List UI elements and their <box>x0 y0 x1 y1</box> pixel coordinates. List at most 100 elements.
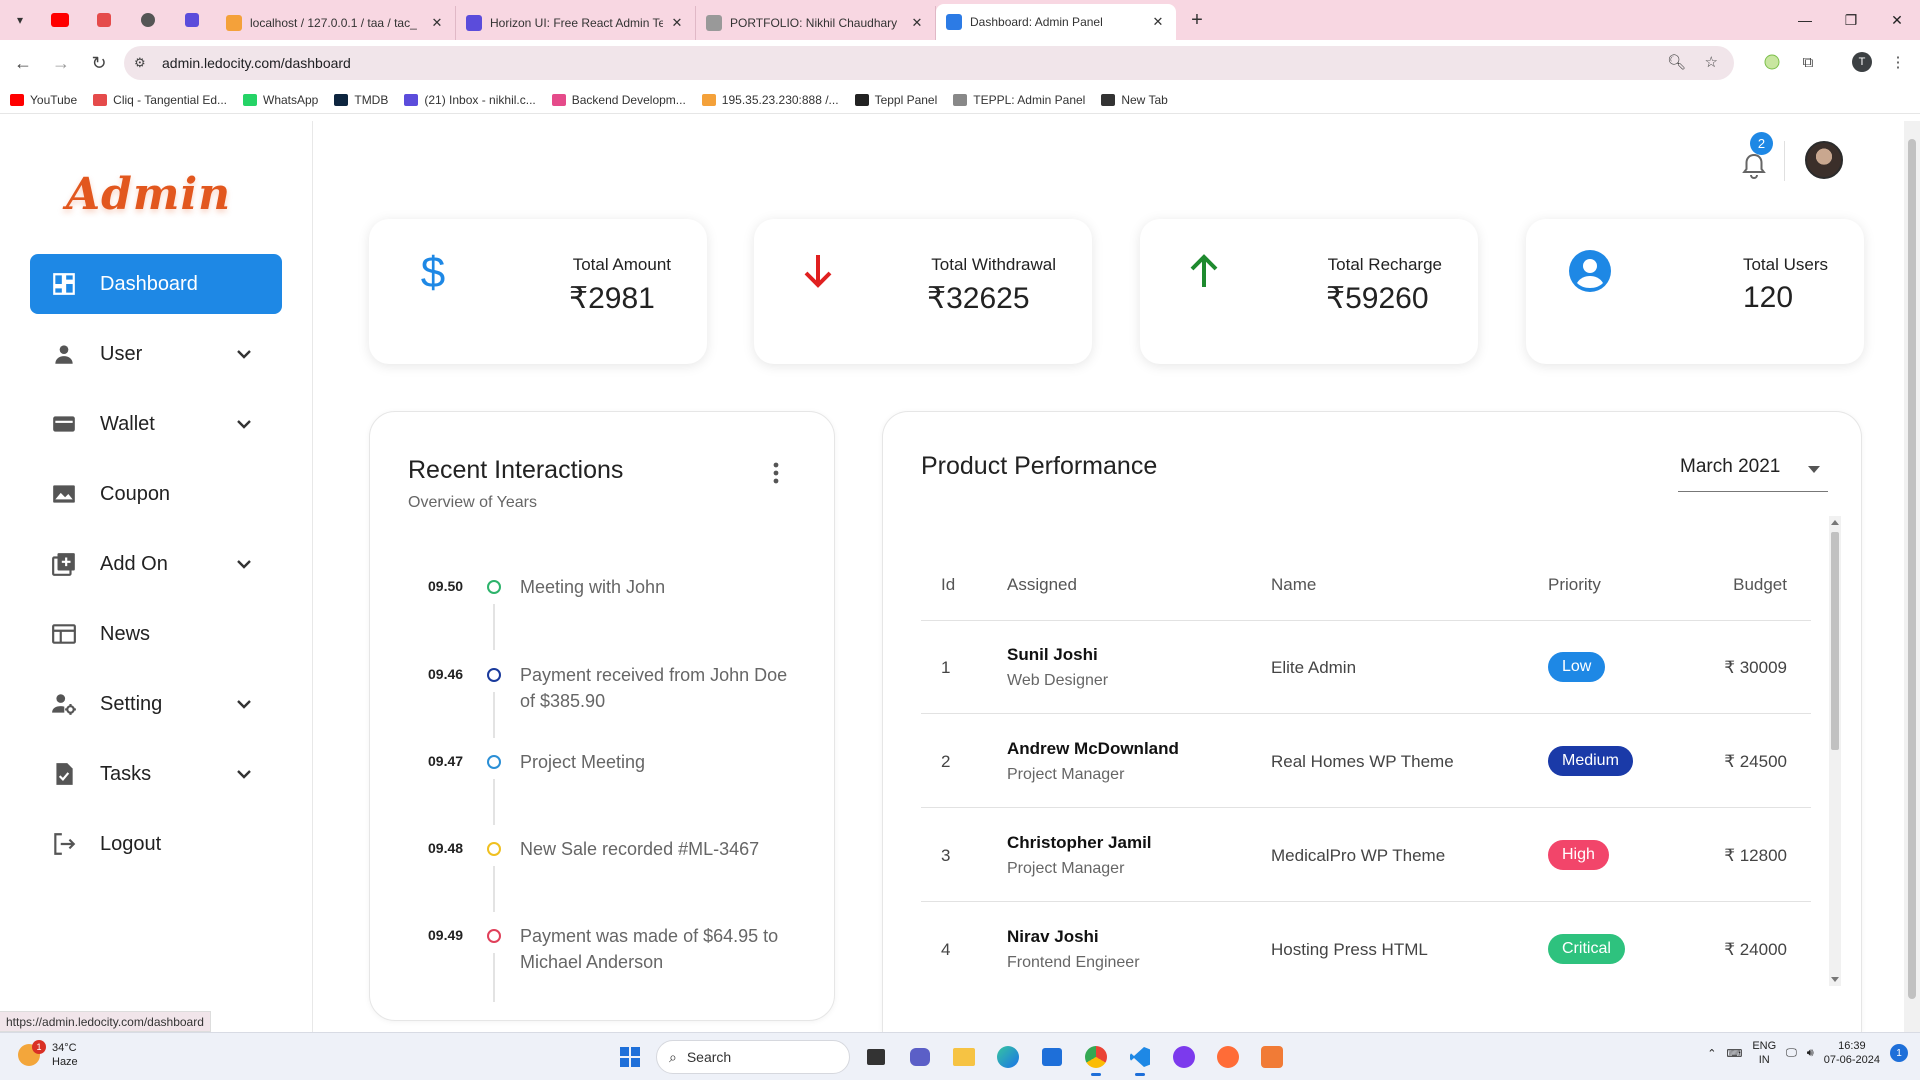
table-scrollbar[interactable] <box>1829 516 1841 986</box>
zoom-icon[interactable]: 🔍︎ <box>1667 53 1686 71</box>
chevron-down-icon[interactable] <box>234 554 254 574</box>
sidebar-item-wallet[interactable]: Wallet <box>30 394 282 454</box>
restore-button[interactable]: ❐ <box>1828 0 1874 40</box>
page-scrollbar[interactable] <box>1904 121 1920 1032</box>
network-icon[interactable]: 🖵 <box>1786 1047 1797 1060</box>
bookmark-item[interactable]: Backend Developm... <box>551 93 686 107</box>
site-info-icon[interactable]: ⚙ <box>134 55 150 71</box>
clock[interactable]: 16:39 07-06-2024 <box>1824 1039 1880 1067</box>
language-indicator[interactable]: ENG IN <box>1752 1039 1776 1067</box>
more-options-icon[interactable] <box>764 458 788 488</box>
sidebar-item-label: Setting <box>100 692 163 715</box>
file-explorer-button[interactable] <box>946 1039 982 1075</box>
chevron-down-icon[interactable] <box>234 694 254 714</box>
month-select[interactable]: March 2021 <box>1678 450 1828 492</box>
table-row[interactable]: 4 Nirav Joshi Frontend Engineer Hosting … <box>921 903 1811 986</box>
close-icon[interactable]: ✕ <box>429 15 445 31</box>
sidebar-item-coupon[interactable]: Coupon <box>30 464 282 524</box>
pinned-tab-inbox[interactable] <box>172 5 212 35</box>
omnibox[interactable]: ⚙ admin.ledocity.com/dashboard 🔍︎ ☆ <box>124 46 1734 80</box>
dollar-icon: $ <box>409 247 457 295</box>
scroll-down-arrow-icon[interactable] <box>1831 977 1839 982</box>
table-row[interactable]: 2 Andrew McDownland Project Manager Real… <box>921 715 1811 808</box>
edge-icon <box>997 1046 1019 1068</box>
bookmark-item[interactable]: Teppl Panel <box>854 92 938 107</box>
keyboard-icon[interactable]: ⌨ <box>1726 1047 1742 1060</box>
chevron-down-icon[interactable] <box>234 344 254 364</box>
postman-button[interactable] <box>1210 1039 1246 1075</box>
bookmark-item[interactable]: YouTube <box>10 93 77 107</box>
url-text[interactable]: admin.ledocity.com/dashboard <box>162 55 351 71</box>
task-view-button[interactable] <box>858 1039 894 1075</box>
sidebar-item-user[interactable]: User <box>30 324 282 384</box>
xampp-button[interactable] <box>1254 1039 1290 1075</box>
close-icon[interactable]: ✕ <box>909 15 925 31</box>
table-row[interactable]: 3 Christopher Jamil Project Manager Medi… <box>921 809 1811 902</box>
pinned-tab-youtube[interactable] <box>40 5 80 35</box>
chevron-up-icon[interactable]: ⌃ <box>1707 1047 1716 1060</box>
browser-tab-2[interactable]: PORTFOLIO: Nikhil Chaudhary ✕ <box>696 6 936 40</box>
timeline-time: 09.49 <box>428 927 464 943</box>
table-row[interactable]: 1 Sunil Joshi Web Designer Elite Admin L… <box>921 621 1811 714</box>
volume-icon[interactable]: 🔊︎ <box>1807 1047 1814 1060</box>
pinned-tab-chatgpt[interactable] <box>128 5 168 35</box>
browser-tab-1[interactable]: Horizon UI: Free React Admin Te ✕ <box>456 6 696 40</box>
close-icon[interactable]: ✕ <box>1150 14 1166 30</box>
scroll-up-arrow-icon[interactable] <box>1831 520 1839 525</box>
bookmark-item[interactable]: New Tab <box>1101 93 1168 107</box>
timeline-time: 09.46 <box>428 666 464 682</box>
taskbar-search[interactable]: ⌕ Search <box>656 1040 850 1074</box>
bookmark-item[interactable]: (21) Inbox - nikhil.c... <box>404 93 536 107</box>
bookmark-item[interactable]: Cliq - Tangential Ed... <box>93 93 227 107</box>
sidebar-item-news[interactable]: News <box>30 604 282 664</box>
bookmark-item[interactable]: 195.35.23.230:888 /... <box>701 93 839 107</box>
new-tab-button[interactable]: + <box>1182 5 1212 35</box>
extensions-puzzle-icon[interactable]: ⧉ <box>1794 48 1822 76</box>
browser-tab-0[interactable]: localhost / 127.0.0.1 / taa / tac_ ✕ <box>216 6 456 40</box>
tab-search-dropdown-icon[interactable]: ▾ <box>6 6 34 34</box>
user-avatar[interactable] <box>1805 141 1843 179</box>
minimize-button[interactable]: — <box>1782 0 1828 40</box>
timeline-time: 09.50 <box>428 578 464 594</box>
sidebar-item-logout[interactable]: Logout <box>30 814 282 874</box>
scrollbar-thumb[interactable] <box>1831 532 1839 750</box>
taskbar-apps: ⌕ Search <box>612 1039 1290 1076</box>
page-scrollbar-thumb[interactable] <box>1908 139 1916 999</box>
notification-center-badge[interactable]: 1 <box>1890 1044 1908 1062</box>
sidebar-item-tasks[interactable]: Tasks <box>30 744 282 804</box>
close-icon[interactable]: ✕ <box>669 15 685 31</box>
store-button[interactable] <box>1034 1039 1070 1075</box>
extension-icon[interactable] <box>1758 48 1786 76</box>
sidebar-item-label: News <box>100 622 151 645</box>
reload-button[interactable]: ↻ <box>84 48 114 78</box>
chevron-down-icon[interactable] <box>234 764 254 784</box>
sidebar-item-dashboard[interactable]: Dashboard <box>30 254 282 314</box>
profile-button[interactable]: T <box>1848 48 1876 76</box>
sidebar-item-setting[interactable]: Setting <box>30 674 282 734</box>
cell-assigned-name: Nirav Joshi <box>1007 927 1099 946</box>
bookmark-item[interactable]: TMDB <box>334 93 388 107</box>
forward-button[interactable]: → <box>46 48 76 78</box>
weather-widget[interactable]: 1 34°C Haze <box>18 1040 78 1069</box>
close-window-button[interactable]: ✕ <box>1874 0 1920 40</box>
browser-tab-active[interactable]: Dashboard: Admin Panel ✕ <box>936 4 1176 40</box>
column-header-id: Id <box>941 575 956 594</box>
portfolio-icon <box>706 15 722 31</box>
vscode-button[interactable] <box>1122 1039 1158 1076</box>
back-button[interactable]: ← <box>8 48 38 78</box>
github-desktop-button[interactable] <box>1166 1039 1202 1075</box>
bookmark-item[interactable]: TEPPL: Admin Panel <box>953 93 1085 107</box>
pinned-tab-cliq[interactable] <box>84 5 124 35</box>
chrome-button[interactable] <box>1078 1039 1114 1076</box>
sidebar-item-add-on[interactable]: Add On <box>30 534 282 594</box>
bookmark-item[interactable]: WhatsApp <box>243 93 318 107</box>
edge-button[interactable] <box>990 1039 1026 1075</box>
teams-chat-button[interactable] <box>902 1039 938 1075</box>
logo[interactable]: Admin <box>66 169 231 220</box>
bookmark-label: Teppl Panel <box>874 92 938 107</box>
browser-menu-icon[interactable]: ⋮ <box>1884 48 1912 76</box>
chevron-down-icon[interactable] <box>234 414 254 434</box>
bookmark-star-icon[interactable]: ☆ <box>1705 53 1718 71</box>
start-button[interactable] <box>612 1039 648 1075</box>
cell-budget: ₹ 30009 <box>1724 658 1787 677</box>
